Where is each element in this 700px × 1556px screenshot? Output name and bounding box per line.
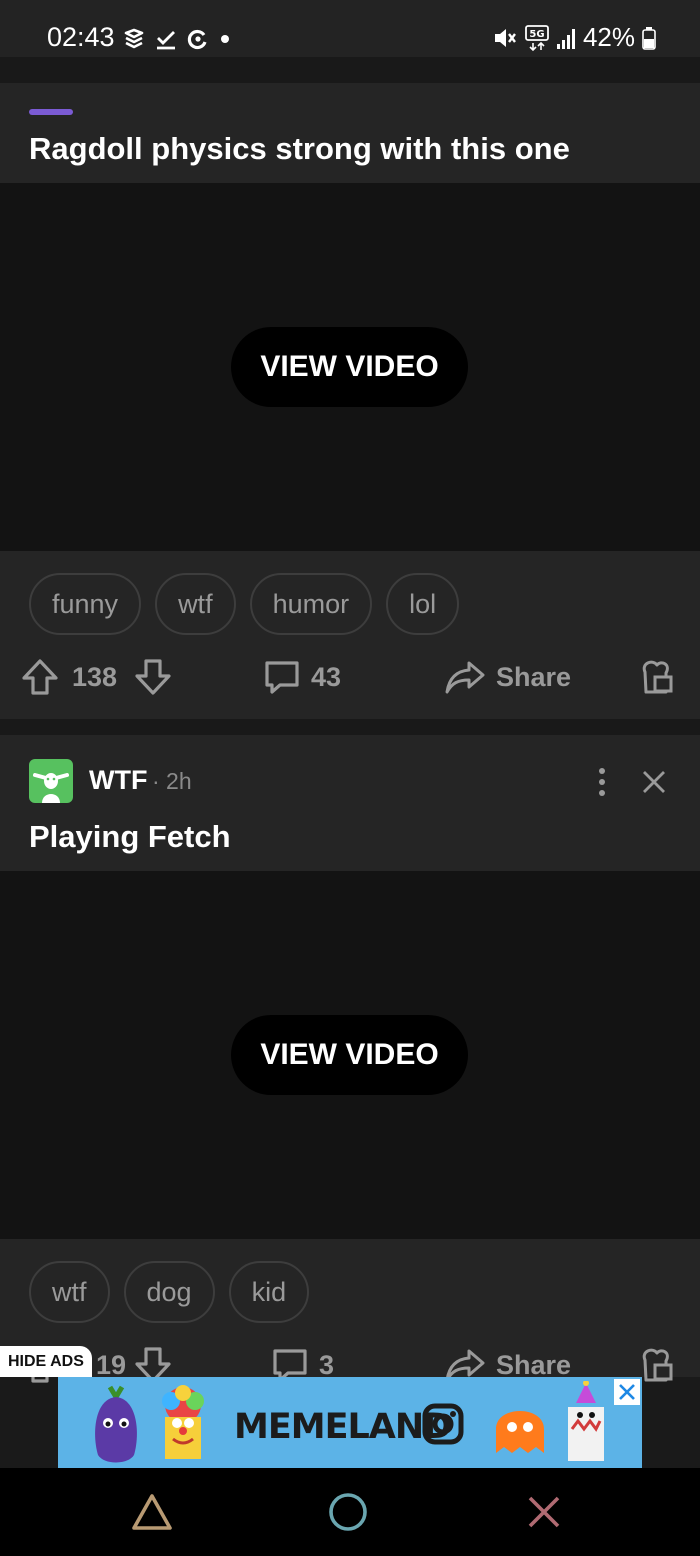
network-label: 5G — [529, 29, 544, 40]
system-icons: 5G 42% — [492, 22, 656, 53]
download-done-icon — [157, 31, 175, 50]
battery-icon — [642, 26, 656, 50]
nav-back-button[interactable] — [128, 1488, 176, 1536]
subreddit-avatar[interactable] — [29, 759, 73, 803]
tag-chip[interactable]: wtf — [29, 1261, 110, 1323]
post-accent-bar — [29, 109, 73, 115]
video-placeholder[interactable]: VIEW VIDEO — [0, 871, 700, 1239]
triangle-icon — [132, 1494, 172, 1530]
tag-chip[interactable]: funny — [29, 573, 142, 635]
close-icon — [619, 1384, 635, 1400]
share-label: Share — [496, 1349, 572, 1380]
arrow-down-icon — [135, 659, 171, 695]
downvote-button[interactable] — [133, 652, 173, 702]
post-divider — [0, 719, 700, 735]
award-button[interactable] — [637, 1340, 673, 1390]
more-options-button[interactable] — [588, 767, 616, 797]
ad-brand-text: MEMELAND — [234, 1407, 452, 1447]
tag-chip[interactable]: kid — [228, 1261, 310, 1323]
feed-gap — [0, 57, 700, 83]
ad-banner[interactable]: MEMELAND — [58, 1377, 642, 1468]
comment-count: 43 — [311, 661, 342, 692]
dot-icon — [221, 35, 229, 43]
tag-list: wtf dog kid — [29, 1261, 310, 1323]
tag-chip[interactable]: dog — [123, 1261, 215, 1323]
dismiss-post-button[interactable] — [640, 768, 668, 796]
award-icon — [642, 1348, 673, 1382]
instagram-icon — [422, 1403, 464, 1445]
post-footer: funny wtf humor lol 138 43 Share — [0, 551, 700, 719]
upvote-button[interactable] — [20, 652, 60, 702]
hide-ads-button[interactable]: HIDE ADS — [0, 1346, 92, 1377]
share-arrow-icon — [445, 661, 485, 694]
cross-icon — [528, 1496, 560, 1528]
battery-percent: 42% — [582, 22, 635, 52]
comments-button[interactable]: 43 — [263, 652, 341, 702]
award-icon — [642, 660, 673, 694]
award-button[interactable] — [637, 652, 673, 702]
view-video-button[interactable]: VIEW VIDEO — [231, 1015, 468, 1095]
tag-chip[interactable]: wtf — [155, 573, 236, 635]
sync-icon — [187, 29, 207, 50]
view-video-button[interactable]: VIEW VIDEO — [231, 327, 468, 407]
post-actions: 138 43 Share — [0, 652, 700, 702]
share-button[interactable]: Share — [444, 652, 571, 702]
navigation-bar — [0, 1468, 700, 1556]
status-time: 02:43 — [47, 22, 115, 52]
post-header[interactable]: WTF · 2h Playing Fetch — [0, 735, 700, 871]
tag-chip[interactable]: lol — [386, 573, 460, 635]
more-vertical-icon — [599, 768, 605, 796]
signal-icon — [556, 28, 575, 49]
party-mascot-icon — [568, 1381, 604, 1461]
post-footer: wtf dog kid 19 3 Share — [0, 1239, 700, 1383]
mute-icon — [494, 28, 516, 47]
vote-count: 138 — [72, 661, 118, 692]
comment-icon — [265, 661, 299, 694]
notification-icons — [122, 24, 232, 54]
app-notification-icon — [124, 28, 144, 49]
eggplant-mascot-icon — [95, 1385, 137, 1463]
tag-list: funny wtf humor lol — [29, 573, 460, 635]
status-bar: 02:43 5G 42% — [0, 0, 700, 57]
tag-chip[interactable]: humor — [249, 573, 373, 635]
nav-home-button[interactable] — [324, 1488, 372, 1536]
post-title[interactable]: Playing Fetch — [29, 819, 231, 855]
close-icon — [643, 771, 665, 793]
post-header[interactable]: Ragdoll physics strong with this one — [0, 83, 700, 183]
ad-close-button[interactable] — [614, 1379, 640, 1405]
yoda-icon — [33, 773, 69, 803]
post-title[interactable]: Ragdoll physics strong with this one — [29, 131, 570, 167]
post-time: · 2h — [152, 768, 192, 794]
ghost-mascot-icon — [496, 1411, 544, 1453]
share-label: Share — [496, 661, 572, 692]
network-5g-icon: 5G — [525, 24, 549, 51]
nav-recent-button[interactable] — [520, 1488, 568, 1536]
subreddit-name[interactable]: WTF — [89, 765, 147, 796]
clown-mascot-icon — [162, 1385, 204, 1459]
video-placeholder[interactable]: VIEW VIDEO — [0, 183, 700, 551]
circle-icon — [329, 1493, 367, 1531]
arrow-up-icon — [22, 659, 58, 695]
comment-count: 3 — [319, 1349, 335, 1380]
